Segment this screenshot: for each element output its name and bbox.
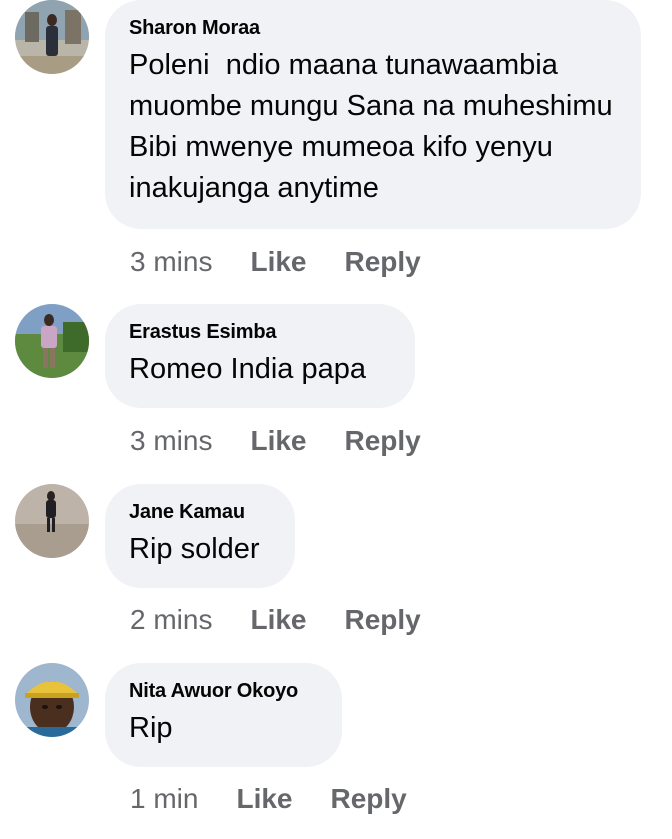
- reply-button[interactable]: Reply: [345, 424, 421, 458]
- comment-text: Rip: [129, 712, 173, 744]
- like-button[interactable]: Like: [250, 245, 306, 279]
- avatar-photo: [15, 663, 89, 737]
- comment-actions: 3 mins Like Reply: [130, 424, 421, 458]
- comment-actions: 3 mins Like Reply: [130, 245, 421, 279]
- reply-button[interactable]: Reply: [331, 782, 407, 816]
- avatar[interactable]: [15, 304, 89, 378]
- avatar[interactable]: [15, 0, 89, 74]
- avatar[interactable]: [15, 484, 89, 558]
- like-button[interactable]: Like: [236, 782, 292, 816]
- comment-actions: 1 min Like Reply: [130, 782, 407, 816]
- avatar[interactable]: [15, 663, 89, 737]
- comment-actions: 2 mins Like Reply: [130, 603, 421, 637]
- reply-button[interactable]: Reply: [345, 603, 421, 637]
- comment-author[interactable]: Erastus Esimba: [129, 319, 391, 345]
- comment-timestamp[interactable]: 3 mins: [130, 245, 212, 279]
- comment-author[interactable]: Sharon Moraa: [129, 15, 617, 41]
- avatar-photo: [15, 304, 89, 378]
- avatar-photo: [15, 0, 89, 74]
- comment-text: Poleni ndio maana tunawaambia muombe mun…: [129, 49, 621, 204]
- comment-timestamp[interactable]: 3 mins: [130, 424, 212, 458]
- comment-bubble: Jane Kamau Rip solder: [105, 484, 295, 588]
- comment-timestamp[interactable]: 1 min: [130, 782, 198, 816]
- like-button[interactable]: Like: [250, 424, 306, 458]
- comment-timestamp[interactable]: 2 mins: [130, 603, 212, 637]
- comment-bubble: Erastus Esimba Romeo India papa: [105, 304, 415, 408]
- like-button[interactable]: Like: [250, 603, 306, 637]
- comment-author[interactable]: Nita Awuor Okoyo: [129, 678, 318, 704]
- reply-button[interactable]: Reply: [345, 245, 421, 279]
- comment-bubble: Nita Awuor Okoyo Rip: [105, 663, 342, 767]
- comment-author[interactable]: Jane Kamau: [129, 499, 271, 525]
- comment-bubble: Sharon Moraa Poleni ndio maana tunawaamb…: [105, 0, 641, 229]
- avatar-photo: [15, 484, 89, 558]
- comment-text: Rip solder: [129, 533, 260, 565]
- comment-text: Romeo India papa: [129, 353, 366, 385]
